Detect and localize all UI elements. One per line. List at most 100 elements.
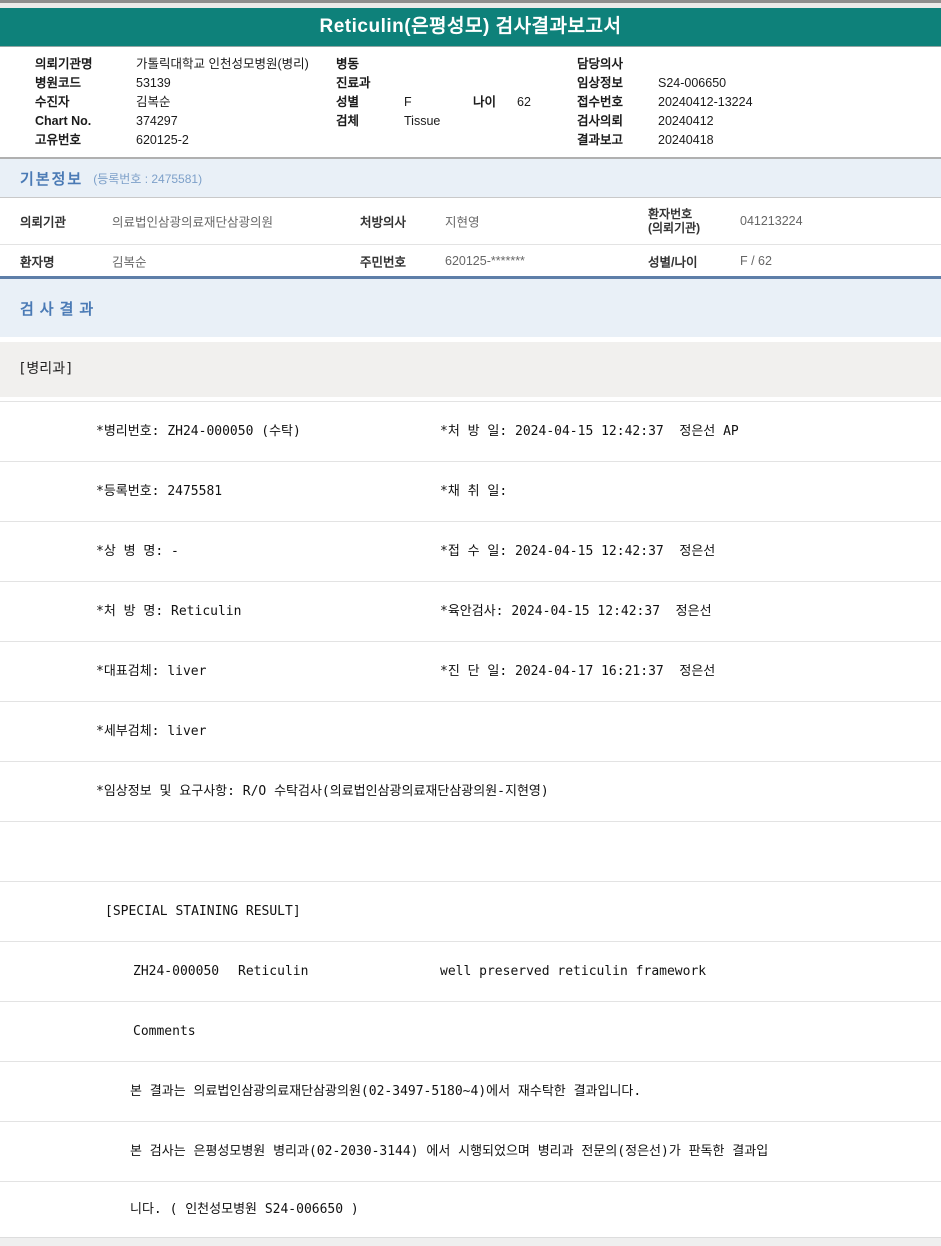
examinee-label: 수진자 — [35, 95, 70, 109]
requesting-org2-label: 의뢰기관 — [20, 215, 67, 230]
chart-no-value: 374297 — [136, 114, 178, 128]
receipt-date-field: *접 수 일: 2024-04-15 12:42:37 정은선 — [440, 544, 716, 559]
lab-report-page: Reticulin(은평성모) 검사결과보고서 의뢰기관명 가톨릭대학교 인천성모… — [0, 0, 941, 1246]
comment-line-1: 본 결과는 의료법인삼광의료재단삼광의원(02-3497-5180~4)에서 재… — [130, 1084, 642, 1099]
hospital-code-row: 병원코드 53139 — [35, 74, 309, 93]
staining-name: Reticulin — [238, 964, 309, 979]
specimen-value: Tissue — [404, 114, 441, 128]
collection-date-field: *채 취 일: — [440, 484, 508, 499]
clinical-info-label: 임상정보 — [577, 76, 624, 90]
hospital-code-value: 53139 — [136, 76, 171, 90]
chart-no-row: Chart No. 374297 — [35, 112, 309, 131]
requesting-org2-value: 의료법인삼광의료재단삼광의원 — [112, 215, 274, 230]
staining-header: [SPECIAL STAINING RESULT] — [105, 904, 301, 919]
unique-no-row: 고유번호 620125-2 — [35, 131, 309, 150]
requesting-org-value: 가톨릭대학교 인천성모병원(병리) — [136, 57, 309, 71]
test-request-date-row: 검사의뢰 20240412 — [577, 112, 753, 131]
result-report-date-value: 20240418 — [658, 133, 714, 147]
department-row: 진료과 — [336, 74, 531, 93]
attending-doctor-label: 담당의사 — [577, 57, 624, 71]
detail-specimen-field: *세부검체: liver — [96, 724, 207, 739]
report-title-bar: Reticulin(은평성모) 검사결과보고서 — [0, 8, 941, 47]
requesting-org-label: 의뢰기관명 — [35, 57, 93, 71]
ward-row: 병동 — [336, 55, 531, 74]
ward-label: 병동 — [336, 57, 360, 71]
patient-no-label: 환자번호 (의뢰기관) — [648, 207, 701, 235]
test-request-date-value: 20240412 — [658, 114, 714, 128]
footer-strip — [0, 1237, 941, 1246]
staining-result-row: ZH24-000050 Reticulin well preserved ret… — [0, 942, 941, 1002]
sex-age-row: 성별 F 나이 62 — [336, 93, 531, 112]
clinical-request-field: *임상정보 및 요구사항: R/O 수탁검사(의료법인삼광의료재단삼광의원-지현… — [96, 784, 549, 799]
basic-info-section-bar: 기본정보 (등록번호 : 2475581) — [0, 159, 941, 198]
attending-doctor-row: 담당의사 — [577, 55, 753, 74]
age-value: 62 — [517, 95, 531, 109]
prescribing-doctor-label: 처방의사 — [360, 215, 407, 230]
sex-value: F — [404, 95, 412, 109]
comment-line-2: 본 검사는 은평성모병원 병리과(02-2030-3144) 에서 시행되었으며… — [130, 1144, 769, 1159]
pathology-no-field: *병리번호: ZH24-000050 (수탁) — [96, 424, 301, 439]
comment-row-2: 본 검사는 은평성모병원 병리과(02-2030-3144) 에서 시행되었으며… — [0, 1122, 941, 1182]
comments-label: Comments — [133, 1024, 196, 1039]
age-label: 나이 — [473, 95, 497, 109]
registration-no-field: *등록번호: 2475581 — [96, 484, 223, 499]
sex-age2-value: F / 62 — [740, 253, 772, 268]
resident-no-label: 주민번호 — [360, 255, 407, 269]
department-name: [병리과] — [18, 361, 74, 377]
patient-no-value: 041213224 — [740, 214, 803, 228]
examinee-row: 수진자 김복순 — [35, 93, 309, 112]
receipt-no-value: 20240412-13224 — [658, 95, 753, 109]
result-report-date-label: 결과보고 — [577, 133, 624, 147]
unique-no-value: 620125-2 — [136, 133, 189, 147]
disease-name-field: *상 병 명: - — [96, 544, 179, 559]
detail-specimen-row: *세부검체: liver — [0, 702, 941, 762]
examinee-value: 김복순 — [136, 95, 171, 109]
clinical-info-value: S24-006650 — [658, 76, 727, 90]
department-band: [병리과] — [0, 342, 941, 397]
representative-specimen-row: *대표검체: liver *진 단 일: 2024-04-17 16:21:37… — [0, 642, 941, 702]
department-label: 진료과 — [336, 76, 371, 90]
patient-name-value: 김복순 — [112, 255, 147, 269]
gross-exam-field: *육안검사: 2024-04-15 12:42:37 정은선 — [440, 604, 712, 619]
test-request-date-label: 검사의뢰 — [577, 114, 624, 128]
comment-row-1: 본 결과는 의료법인삼광의료재단삼광의원(02-3497-5180~4)에서 재… — [0, 1062, 941, 1122]
result-report-date-row: 결과보고 20240418 — [577, 131, 753, 150]
patient-name-label: 환자명 — [20, 255, 55, 269]
prescription-date-field: *처 방 일: 2024-04-15 12:42:37 정은선 AP — [440, 424, 739, 439]
clinical-request-row: *임상정보 및 요구사항: R/O 수탁검사(의료법인삼광의료재단삼광의원-지현… — [0, 762, 941, 822]
diagnosis-date-field: *진 단 일: 2024-04-17 16:21:37 정은선 — [440, 664, 716, 679]
requesting-org-row: 의뢰기관명 가톨릭대학교 인천성모병원(병리) — [35, 55, 309, 74]
hospital-code-label: 병원코드 — [35, 76, 82, 90]
basic-info-subtitle: (등록번호 : 2475581) — [93, 171, 203, 186]
unique-no-label: 고유번호 — [35, 133, 82, 147]
basic-info-row-1: 의뢰기관 의료법인삼광의료재단삼광의원 처방의사 지현영 환자번호 (의뢰기관)… — [0, 198, 941, 245]
prescribing-doctor-value: 지현영 — [445, 215, 480, 230]
comment-line-3: 니다. ( 인천성모병원 S24-006650 ) — [130, 1202, 359, 1217]
sex-age2-label: 성별/나이 — [648, 255, 698, 269]
registration-no-row: *등록번호: 2475581 *채 취 일: — [0, 462, 941, 522]
specimen-row: 검체 Tissue — [336, 112, 531, 131]
sex-label: 성별 — [336, 95, 360, 109]
staining-code: ZH24-000050 — [133, 964, 220, 979]
specimen-label: 검체 — [336, 114, 360, 128]
clinical-info-row: 임상정보 S24-006650 — [577, 74, 753, 93]
receipt-no-row: 접수번호 20240412-13224 — [577, 93, 753, 112]
disease-name-row: *상 병 명: - *접 수 일: 2024-04-15 12:42:37 정은… — [0, 522, 941, 582]
pathology-no-row: *병리번호: ZH24-000050 (수탁) *처 방 일: 2024-04-… — [0, 402, 941, 462]
test-results-title: 검사결과 — [20, 300, 100, 318]
report-title: Reticulin(은평성모) 검사결과보고서 — [319, 16, 622, 37]
receipt-no-label: 접수번호 — [577, 95, 624, 109]
staining-header-row: [SPECIAL STAINING RESULT] — [0, 882, 941, 942]
prescription-name-field: *처 방 명: Reticulin — [96, 604, 242, 619]
comment-row-3: 니다. ( 인천성모병원 S24-006650 ) — [0, 1182, 941, 1237]
test-results-section-bar: 검사결과 — [0, 279, 941, 337]
header-middle-column: 병동 진료과 성별 F 나이 62 검체 Tissue — [336, 55, 531, 131]
header-right-column: 담당의사 임상정보 S24-006650 접수번호 20240412-13224 검… — [577, 55, 753, 150]
chart-no-label: Chart No. — [35, 114, 92, 128]
comments-label-row: Comments — [0, 1002, 941, 1062]
representative-specimen-field: *대표검체: liver — [96, 664, 207, 679]
basic-info-title: 기본정보 — [20, 170, 84, 188]
patient-header: 의뢰기관명 가톨릭대학교 인천성모병원(병리) 병원코드 53139 수진자 김복순 … — [0, 47, 941, 157]
empty-row — [0, 822, 941, 882]
prescription-name-row: *처 방 명: Reticulin *육안검사: 2024-04-15 12:4… — [0, 582, 941, 642]
